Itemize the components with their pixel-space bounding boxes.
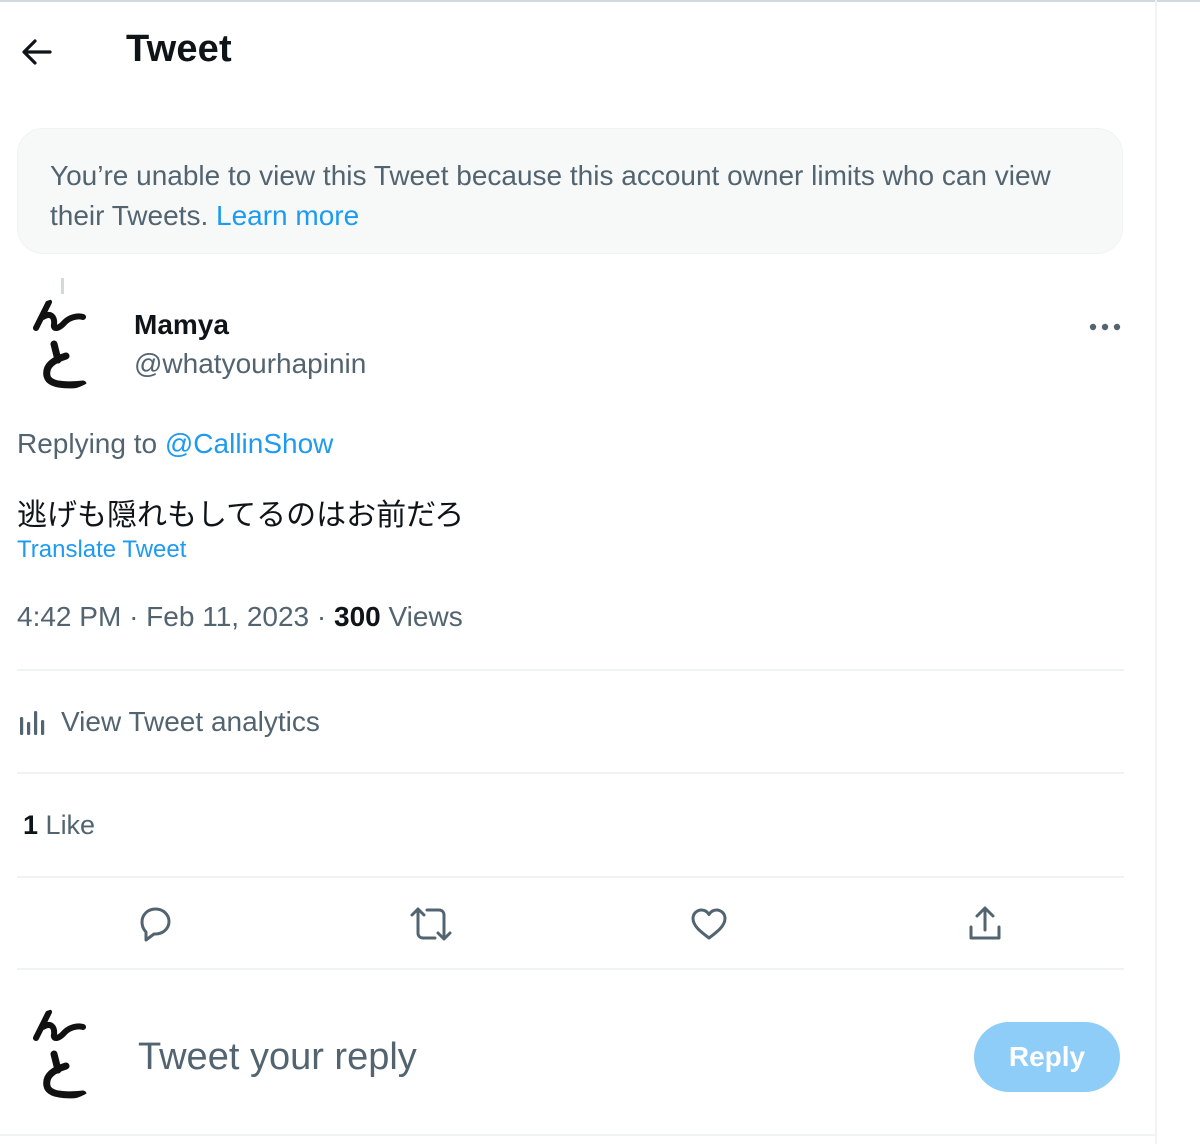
replying-to: Replying to @CallinShow: [17, 428, 333, 460]
notice-text: You’re unable to view this Tweet because…: [50, 160, 1051, 231]
restricted-notice: You’re unable to view this Tweet because…: [17, 128, 1123, 254]
avatar-image: [17, 298, 109, 390]
tweet-meta: 4:42 PM · Feb 11, 2023 · 300 Views: [17, 601, 463, 633]
bottom-border: [0, 1134, 1155, 1136]
like-button[interactable]: [685, 900, 733, 948]
meta-separator: ·: [316, 601, 335, 632]
author-name[interactable]: Mamya: [134, 309, 229, 341]
reply-bubble-icon: [140, 907, 171, 942]
divider: [17, 968, 1124, 970]
arrow-left-icon: [22, 39, 52, 65]
tweet-text: 逃げも隠れもしてるのはお前だろ: [17, 498, 465, 533]
retweet-icon: [410, 907, 452, 941]
page-title: Tweet: [126, 28, 232, 70]
likes-label: Like: [45, 810, 96, 840]
current-user-avatar[interactable]: [17, 1008, 109, 1100]
bar-chart-icon: [20, 711, 45, 735]
learn-more-link[interactable]: Learn more: [216, 200, 359, 231]
likes-stat[interactable]: 1 Like: [23, 810, 95, 841]
reply-button[interactable]: [131, 900, 179, 948]
thread-connector: [61, 278, 64, 294]
author-handle[interactable]: @whatyourhapinin: [134, 348, 366, 380]
replying-prefix: Replying to: [17, 428, 158, 459]
tweet-date[interactable]: Feb 11, 2023: [146, 601, 309, 632]
reply-input[interactable]: [138, 1030, 918, 1084]
retweet-button[interactable]: [407, 900, 455, 948]
views-label: Views: [388, 601, 463, 632]
share-button[interactable]: [961, 900, 1009, 948]
meta-separator: ·: [129, 601, 147, 632]
likes-count: 1: [23, 810, 39, 840]
avatar[interactable]: [17, 298, 109, 390]
back-button[interactable]: [14, 30, 58, 74]
avatar-image: [17, 1008, 109, 1100]
more-options-button[interactable]: [1084, 312, 1126, 342]
reply-mention-link[interactable]: @CallinShow: [165, 428, 334, 459]
top-border: [0, 0, 1200, 2]
analytics-label: View Tweet analytics: [61, 706, 320, 737]
divider: [17, 876, 1124, 878]
translate-tweet-link[interactable]: Translate Tweet: [17, 536, 186, 564]
tweet-time[interactable]: 4:42 PM: [17, 601, 121, 632]
column-border: [1155, 0, 1157, 1144]
reply-submit-button[interactable]: Reply: [974, 1022, 1120, 1092]
more-horizontal-icon: [1089, 323, 1121, 331]
divider: [17, 669, 1124, 671]
share-upload-icon: [969, 906, 1001, 940]
divider: [17, 772, 1124, 774]
views-count: 300: [334, 601, 381, 632]
view-analytics-link[interactable]: View Tweet analytics: [17, 700, 320, 744]
heart-icon: [691, 908, 727, 940]
